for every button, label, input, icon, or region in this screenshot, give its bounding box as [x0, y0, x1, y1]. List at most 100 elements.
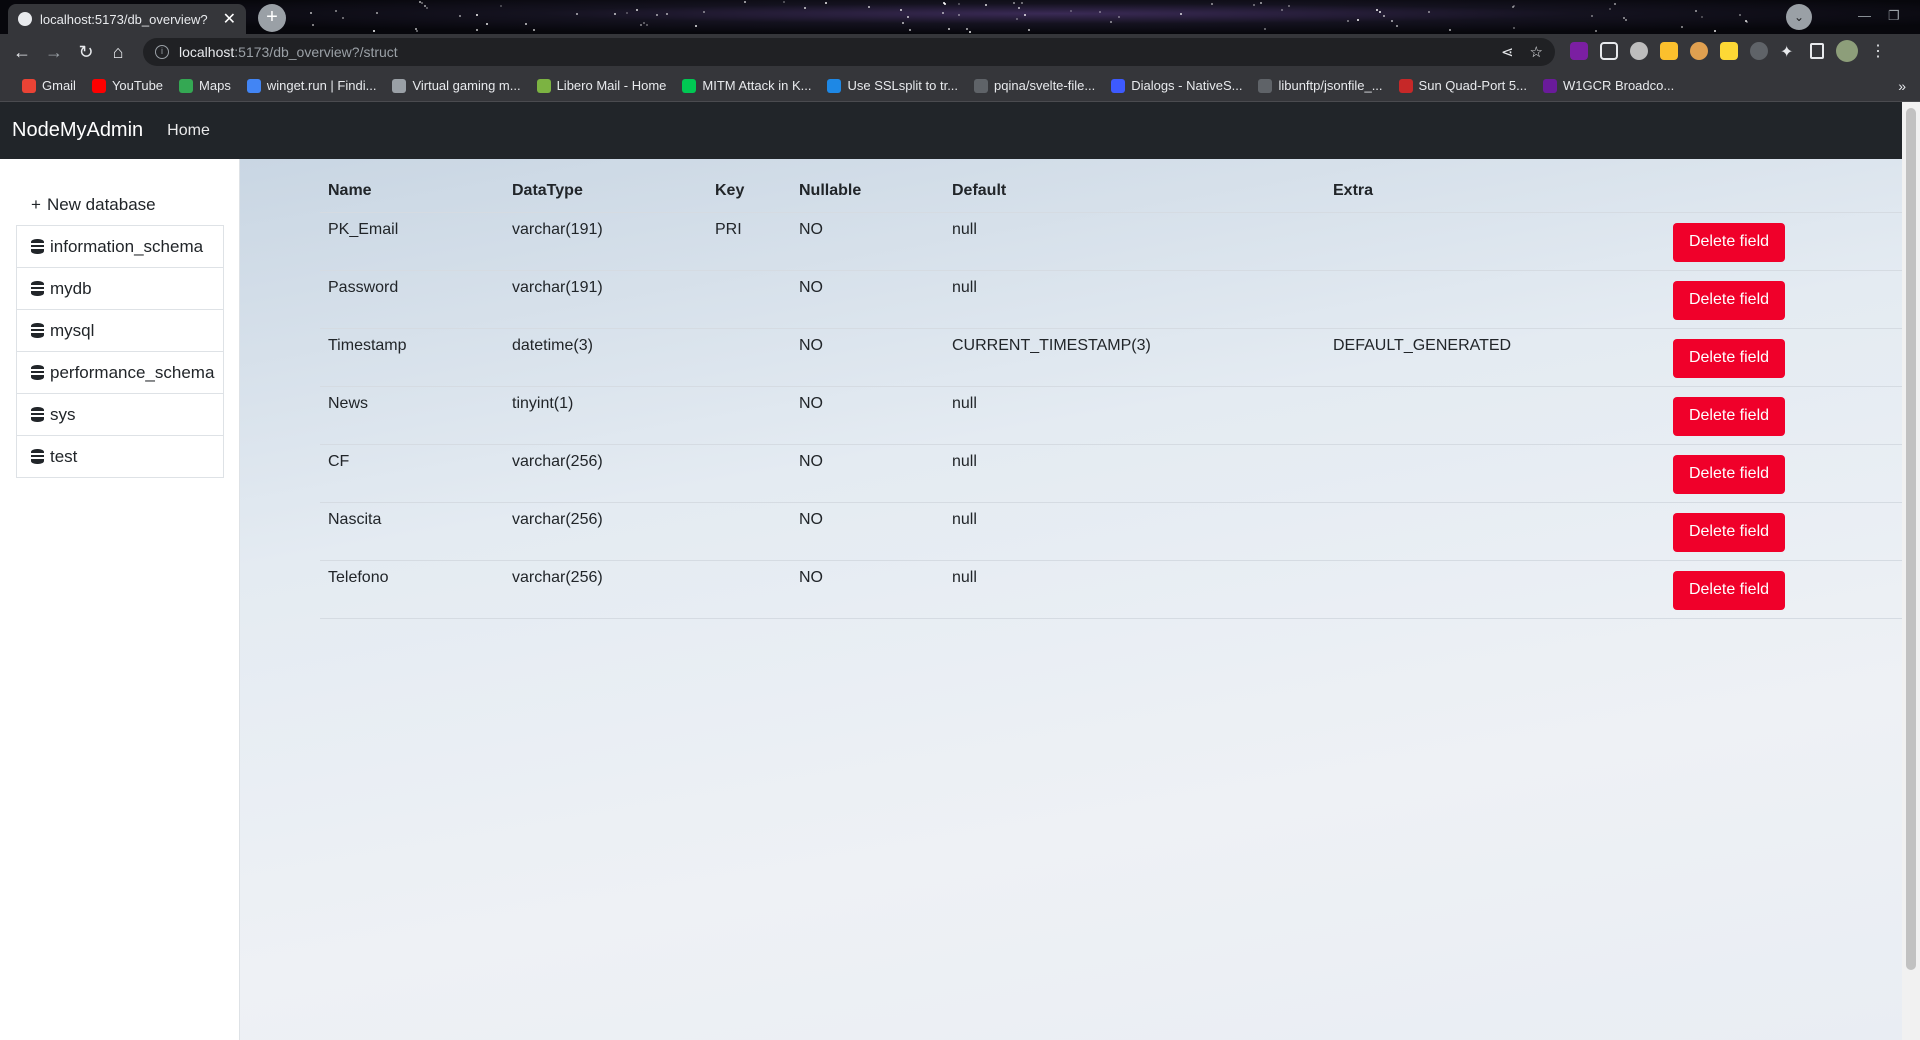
field-key: [707, 328, 791, 387]
bookmark-item[interactable]: YouTube: [84, 78, 171, 93]
bookmark-item[interactable]: winget.run | Findi...: [239, 78, 385, 93]
star-dot: [1012, 2, 1015, 5]
bookmark-item[interactable]: Dialogs - NativeS...: [1103, 78, 1250, 93]
bookmark-favicon-icon: [22, 78, 36, 93]
back-icon[interactable]: ←: [6, 36, 38, 68]
star-dot: [1512, 26, 1515, 29]
reload-icon[interactable]: ↻: [70, 36, 102, 68]
delete-field-button[interactable]: Delete field: [1673, 222, 1785, 262]
nav-home-link[interactable]: Home: [167, 122, 210, 140]
address-bar[interactable]: i localhost:5173/db_overview?/struct ⋖ ☆: [143, 38, 1555, 66]
delete-field-button[interactable]: Delete field: [1673, 570, 1785, 610]
bookmark-item[interactable]: MITM Attack in K...: [674, 78, 819, 93]
header-name: Name: [320, 171, 504, 213]
star-dot: [1264, 27, 1267, 30]
star-dot: [1110, 20, 1113, 23]
extension-icon[interactable]: [1600, 42, 1618, 60]
bookmark-item[interactable]: libunftp/jsonfile_...: [1250, 78, 1390, 93]
scrollbar-thumb[interactable]: [1906, 108, 1916, 970]
bookmark-item[interactable]: Gmail: [14, 78, 84, 93]
minimize-icon[interactable]: —: [1858, 8, 1871, 23]
delete-field-button[interactable]: Delete field: [1673, 280, 1785, 320]
home-icon[interactable]: ⌂: [102, 36, 134, 68]
actions-cell: Delete field: [1665, 444, 1902, 503]
profile-avatar[interactable]: [1836, 40, 1858, 62]
tab-search-icon[interactable]: ⌄: [1786, 4, 1812, 30]
url-host: localhost: [179, 44, 235, 60]
brand-logo[interactable]: NodeMyAdmin: [12, 119, 143, 142]
header-nullable: Nullable: [791, 171, 944, 213]
bookmark-item[interactable]: pqina/svelte-file...: [966, 78, 1103, 93]
sidebar-item-test[interactable]: test: [16, 435, 224, 478]
browser-tab[interactable]: localhost:5173/db_overview? ✕: [8, 4, 246, 34]
field-extra: [1325, 212, 1665, 271]
star-dot: [824, 2, 827, 5]
star-dot: [782, 0, 785, 3]
table-row: News tinyint(1) NO null Delete field: [320, 386, 1902, 445]
forward-icon[interactable]: →: [38, 36, 70, 68]
table-row: PK_Email varchar(191) PRI NO null Delete fiel…: [320, 212, 1902, 271]
delete-field-button[interactable]: Delete field: [1673, 512, 1785, 552]
star-dot: [1614, 3, 1617, 6]
sidebar-item-sys[interactable]: sys: [16, 393, 224, 436]
extension-icon[interactable]: [1570, 42, 1588, 60]
sidebar-item-mysql[interactable]: mysql: [16, 309, 224, 352]
header-datatype: DataType: [504, 171, 707, 213]
extensions-area: ✦ ⋮: [1570, 40, 1886, 62]
star-dot: [1288, 5, 1291, 8]
bookmark-item[interactable]: Virtual gaming m...: [384, 78, 528, 93]
side-panel-icon[interactable]: [1810, 43, 1824, 59]
bookmark-item[interactable]: Libero Mail - Home: [529, 78, 675, 93]
extension-icon[interactable]: [1690, 42, 1708, 60]
more-bookmarks-icon[interactable]: »: [1898, 78, 1906, 94]
field-key: [707, 386, 791, 445]
bookmark-star-icon[interactable]: ☆: [1530, 43, 1543, 61]
bookmark-item[interactable]: Sun Quad-Port 5...: [1391, 78, 1535, 93]
star-dot: [312, 24, 315, 27]
database-icon: [31, 365, 44, 380]
site-info-icon[interactable]: i: [155, 45, 169, 59]
star-dot: [1746, 21, 1749, 24]
delete-field-button[interactable]: Delete field: [1673, 454, 1785, 494]
extension-icon[interactable]: [1660, 42, 1678, 60]
new-database-button[interactable]: + New database: [31, 195, 156, 215]
sidebar-item-performance-schema[interactable]: performance_schema: [16, 351, 224, 394]
new-tab-button[interactable]: +: [258, 4, 286, 32]
field-default: CURRENT_TIMESTAMP(3): [944, 328, 1325, 387]
star-dot: [1713, 29, 1716, 32]
table-row: Password varchar(191) NO null Delete field: [320, 270, 1902, 329]
puzzle-extensions-icon[interactable]: ✦: [1780, 42, 1798, 61]
sidebar-item-information-schema[interactable]: information_schema: [16, 225, 224, 268]
star-dot: [1070, 10, 1073, 13]
bookmark-favicon-icon: [1258, 78, 1273, 93]
close-tab-icon[interactable]: ✕: [223, 9, 236, 29]
bookmark-label: Maps: [199, 78, 231, 93]
header-key: Key: [707, 171, 791, 213]
star-dot: [1280, 8, 1283, 11]
bookmark-favicon-icon: [392, 78, 407, 93]
bookmark-item[interactable]: W1GCR Broadco...: [1535, 78, 1682, 93]
star-dot: [1608, 8, 1611, 11]
bookmark-label: Virtual gaming m...: [412, 78, 521, 93]
table-row: Telefono varchar(256) NO null Delete field: [320, 560, 1902, 619]
field-nullable: NO: [791, 328, 944, 387]
star-dot: [948, 28, 951, 31]
delete-field-button[interactable]: Delete field: [1673, 338, 1785, 378]
browser-menu-icon[interactable]: ⋮: [1870, 41, 1886, 61]
share-icon[interactable]: ⋖: [1501, 43, 1514, 61]
sidebar-item-mydb[interactable]: mydb: [16, 267, 224, 310]
star-dot: [1028, 29, 1031, 31]
extension-icon[interactable]: [1630, 42, 1648, 60]
star-dot: [532, 29, 535, 32]
star-dot: [1016, 17, 1018, 20]
bookmark-item[interactable]: Maps: [171, 78, 239, 93]
delete-field-button[interactable]: Delete field: [1673, 396, 1785, 436]
bookmark-item[interactable]: Use SSLsplit to tr...: [819, 78, 966, 93]
field-default: null: [944, 386, 1325, 445]
extension-icon[interactable]: [1750, 42, 1768, 60]
extension-icon[interactable]: [1720, 42, 1738, 60]
bookmark-label: Sun Quad-Port 5...: [1418, 78, 1527, 93]
restore-icon[interactable]: ❐: [1888, 8, 1900, 24]
actions-cell: Delete field: [1665, 270, 1902, 329]
page-scrollbar[interactable]: [1902, 102, 1920, 1040]
